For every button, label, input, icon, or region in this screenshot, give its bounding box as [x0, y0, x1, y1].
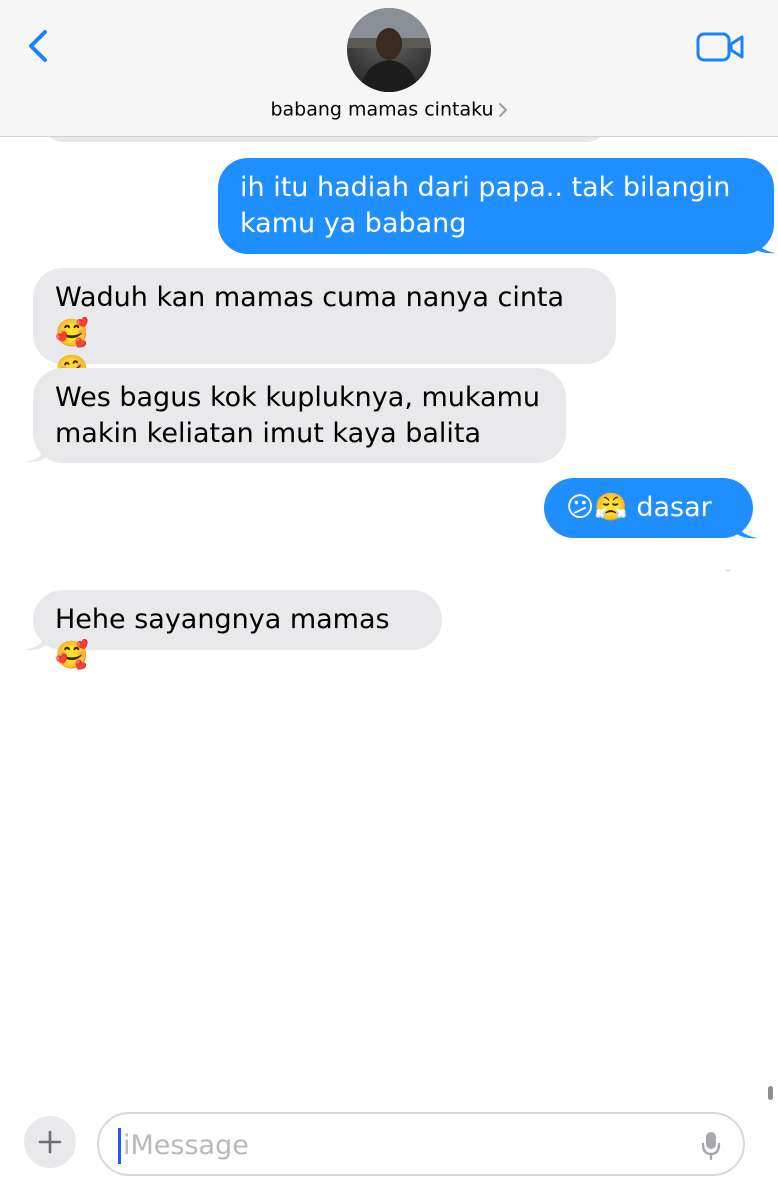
back-chevron-icon — [29, 30, 47, 62]
message-text: Hehe sayangnya mamas🥰 — [55, 604, 390, 671]
bubble-tail — [24, 441, 48, 463]
message-bubble-received[interactable]: Hehe sayangnya mamas🥰 — [33, 590, 442, 671]
message-text: Wes bagus kok kupluknya, mukamu — [55, 382, 541, 413]
message-text: ih itu hadiah dari papa.. tak bilangin — [240, 172, 731, 203]
message-input[interactable]: iMessage — [97, 1112, 745, 1176]
back-button[interactable] — [20, 26, 60, 66]
messages-screen: babang mamas cintaku ih itu hadiah dari … — [0, 0, 778, 1199]
conversation-header: babang mamas cintaku — [0, 0, 778, 137]
video-call-button[interactable] — [696, 30, 746, 64]
message-bubble-received[interactable]: Waduh kan mamas cuma nanya cinta🥰 🤗 — [33, 268, 616, 385]
message-input-placeholder: iMessage — [123, 1130, 249, 1161]
scroll-indicator[interactable] — [768, 1086, 773, 1100]
message-text: Waduh kan mamas cuma nanya cinta🥰 — [55, 282, 565, 349]
contact-name: babang mamas cintaku — [270, 98, 494, 121]
bubble-tail — [734, 517, 758, 539]
bubble-tail — [752, 232, 776, 254]
plus-icon — [38, 1130, 62, 1154]
message-text: makin keliatan imut kaya balita — [55, 418, 482, 449]
message-bubble-sent[interactable]: ih itu hadiah dari papa.. tak bilangin k… — [218, 158, 774, 254]
message-text: kamu ya babang — [240, 208, 467, 239]
contact-name-row[interactable]: babang mamas cintaku — [0, 98, 778, 124]
video-camera-icon — [696, 32, 744, 62]
text-caret — [118, 1128, 121, 1164]
delivery-marker — [726, 570, 730, 571]
bubble-tail — [24, 629, 48, 651]
message-text: 😕😤 dasar — [566, 492, 712, 523]
message-bubble-received[interactable]: Wes bagus kok kupluknya, mukamu makin ke… — [33, 368, 566, 463]
apps-plus-button[interactable] — [24, 1116, 76, 1168]
chevron-right-icon — [498, 102, 507, 117]
microphone-icon[interactable] — [701, 1131, 721, 1161]
message-bubble-sent[interactable]: 😕😤 dasar — [544, 478, 753, 538]
contact-avatar[interactable] — [347, 8, 431, 92]
